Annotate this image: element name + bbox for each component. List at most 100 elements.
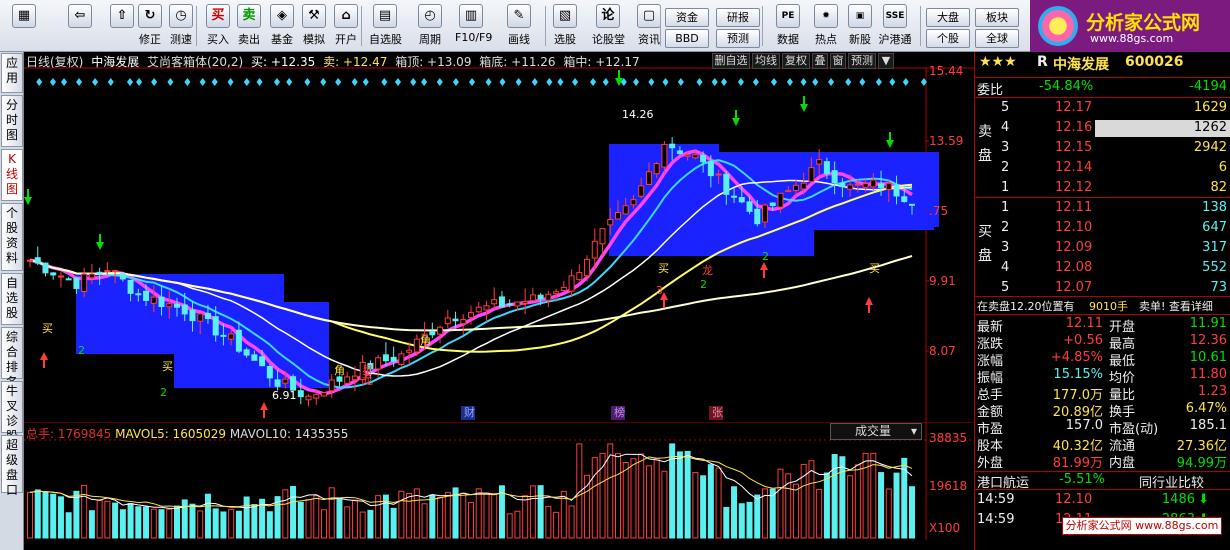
toolbar-mini-button[interactable]: 大盘 [926, 8, 970, 27]
toolbar-button-8[interactable]: ⚒ 模拟 [298, 2, 330, 50]
candle-body [382, 354, 389, 362]
side-tab-0[interactable]: 应用 [1, 53, 23, 93]
candle-body [568, 275, 575, 292]
toolbar-button-right-2[interactable]: ▣ 新股 [842, 2, 878, 50]
toolbar-mini-button[interactable]: 研报 [716, 8, 760, 27]
toolbar-icon-2: ⇧ [110, 4, 134, 28]
toolbar-button-7[interactable]: ◈ 基金 [266, 2, 298, 50]
candle-body [328, 379, 335, 392]
toolbar-button-3[interactable]: ↻ 修正 [134, 2, 166, 50]
side-tab-label: 超级盘口 [5, 438, 18, 497]
candle-body [491, 299, 498, 305]
side-tab-4[interactable]: 自选股 [1, 273, 23, 325]
candle-body [228, 333, 235, 340]
mavol5-value: MAVOL5: 1605029 [115, 427, 226, 441]
chart-tool-button[interactable]: 窗 [830, 53, 846, 69]
bid-row: 1 12.11 138 [975, 200, 1230, 217]
flower-icon [1038, 6, 1078, 46]
side-tab-1[interactable]: 分时图 [1, 95, 23, 147]
candle-body [452, 318, 459, 322]
candle-body [65, 278, 72, 281]
toolbar-mini-button[interactable]: 预测 [716, 29, 760, 48]
toolbar-button-14[interactable]: ▧ 选股 [549, 2, 581, 50]
toolbar-button-13[interactable]: ✎ 画线 [503, 2, 535, 50]
toolbar-mini-button[interactable]: 板块 [975, 8, 1019, 27]
volume-bar [792, 483, 799, 539]
toolbar-button-right-1[interactable]: ✹ 热点 [808, 2, 844, 50]
candle-body [119, 273, 126, 280]
side-tab-2[interactable]: K线图 [1, 149, 23, 201]
volume-bar [893, 472, 900, 539]
volume-bar [723, 506, 730, 539]
toolbar-button-5[interactable]: 买买入 [202, 2, 234, 50]
side-tab-label: 应用 [5, 56, 18, 85]
toolbar-button-right-0[interactable]: PE 数据 [770, 2, 806, 50]
chart-annotation: 6.91 [272, 389, 297, 402]
toolbar-button-1[interactable]: ⇦ [62, 2, 98, 50]
candle-body [560, 286, 567, 292]
candle-body [777, 192, 784, 208]
sector-row[interactable]: 港口航运 -5.51% 同行业比较 [975, 472, 1230, 491]
volume-bar [127, 503, 134, 539]
side-tab-6[interactable]: 牛叉诊股 [1, 381, 23, 443]
toolbar-mini-button[interactable]: 个股 [926, 29, 970, 48]
volume-bar [166, 508, 173, 539]
chart-tool-button[interactable]: 删自选 [712, 53, 750, 69]
toolbar-mini-button[interactable]: 资金 [665, 8, 709, 27]
candle-body [591, 240, 598, 259]
kline-header: 日线(复权) 中海发展 艾尚客箱体(20,2) 买: +12.35 卖: +12… [26, 53, 644, 69]
volume-bar [769, 488, 776, 539]
stat-row-cell: 11.80 [1189, 367, 1227, 382]
candle-body [259, 356, 266, 367]
toolbar-button-10[interactable]: ▤ 自选股 [369, 2, 402, 50]
stat-row-cell: 12.11 [1065, 316, 1103, 331]
weibi-row-cell: -54.84% [1039, 79, 1094, 94]
box-top-value: 箱顶: +13.09 [395, 55, 472, 69]
candle-body [676, 150, 683, 154]
volume-bar [367, 509, 374, 539]
toolbar-button-9[interactable]: ⌂ 开户 [330, 2, 362, 50]
order-notice[interactable]: 在卖盘12.20位置有 9010手 卖单! 查看详细 [975, 298, 1230, 315]
indicator-select-value: 成交量 [855, 424, 892, 438]
kline-chart[interactable]: 15.4413.59.759.918.0714.266.91买买买 买龙龙星角角2… [24, 52, 974, 422]
candle-body [313, 394, 320, 399]
toolbar-mini-button[interactable]: BBD [665, 29, 709, 48]
side-tab-7[interactable]: 超级盘口 [1, 435, 23, 497]
candle-body [96, 271, 103, 274]
volume-bar [746, 501, 753, 539]
chart-annotation: 买 [162, 360, 173, 373]
volume-bar [344, 506, 351, 539]
toolbar-button-11[interactable]: ◴ 周期 [414, 2, 446, 50]
watermark-badge: 分析家公式网 www.88gs.com [1062, 517, 1222, 535]
ask-row: 2 12.14 6 [975, 160, 1230, 177]
toolbar-label: 数据 [777, 33, 799, 46]
toolbar-button-0[interactable]: ▦ [6, 2, 42, 50]
indicator-select[interactable]: 成交量 ▾ [830, 423, 922, 440]
divider [975, 296, 1230, 297]
period-label[interactable]: 日线(复权) [26, 55, 83, 69]
chart-annotation: 2 [78, 344, 85, 357]
toolbar-button-4[interactable]: ◷ 测速 [165, 2, 197, 50]
side-tab-5[interactable]: 综合排名 [1, 327, 23, 389]
chart-tool-button[interactable]: ▼ [878, 53, 894, 69]
chart-annotation: 3 [656, 284, 663, 297]
volume-bar [158, 509, 165, 539]
toolbar-button-15[interactable]: 论论股堂 [592, 2, 625, 50]
volume-bar [584, 474, 591, 539]
toolbar-mini-button[interactable]: 全球 [975, 29, 1019, 48]
toolbar-button-right-3[interactable]: SSE 沪港通 [877, 2, 913, 50]
stock-name-label: 中海发展 [91, 55, 140, 69]
candle-body [893, 184, 900, 197]
toolbar-button-12[interactable]: ▥ F10/F9 [455, 2, 492, 50]
chevron-down-icon: ▾ [910, 424, 917, 438]
box-mid-value: 箱中: +12.17 [563, 55, 640, 69]
candle-body [700, 154, 707, 163]
chart-tool-button[interactable]: 复权 [782, 53, 810, 69]
toolbar-button-6[interactable]: 卖卖出 [233, 2, 265, 50]
chart-tool-button[interactable]: 叠 [812, 53, 828, 69]
chart-tool-button[interactable]: 均线 [752, 53, 780, 69]
chart-tool-button[interactable]: 预测 [848, 53, 876, 69]
side-tab-3[interactable]: 个股资料 [1, 203, 23, 271]
bid-row-cell: 317 [1202, 240, 1227, 255]
toolbar-icon-3: ↻ [138, 4, 162, 28]
